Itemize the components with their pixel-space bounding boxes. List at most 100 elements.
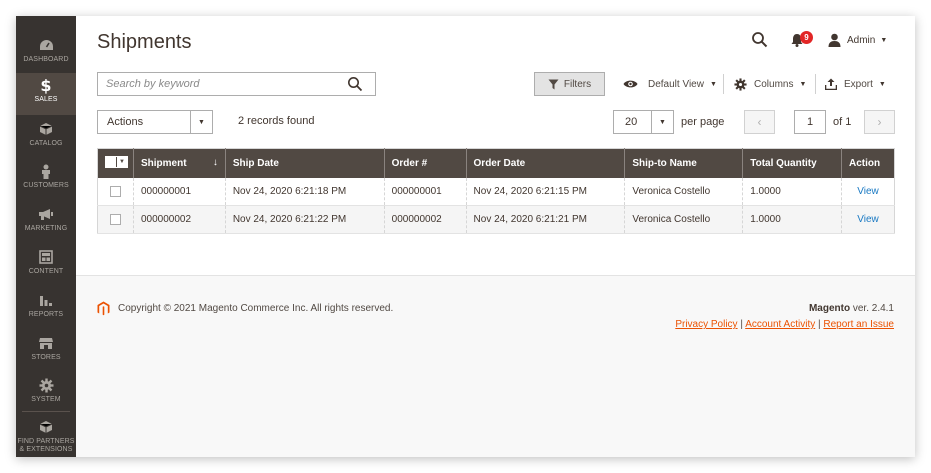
previous-page-button[interactable]: ‹ — [744, 110, 775, 134]
column-header-ship-date[interactable]: Ship Date — [225, 148, 385, 178]
cube-icon — [38, 121, 54, 137]
export-dropdown[interactable]: Export ▼ — [825, 72, 886, 96]
page-title: Shipments — [97, 31, 192, 53]
chevron-right-icon: › — [877, 115, 882, 129]
export-icon — [825, 78, 837, 90]
sidebar-item-catalog[interactable]: CATALOG — [16, 117, 76, 159]
cell-total-quantity: 1.0000 — [742, 177, 842, 206]
chevron-down-icon[interactable]: ▼ — [190, 111, 212, 133]
sidebar-item-label: MARKETING — [24, 225, 68, 232]
admin-username: Admin — [847, 34, 876, 46]
chevron-down-icon[interactable]: ▼ — [651, 111, 673, 133]
view-link[interactable]: View — [857, 214, 879, 225]
toolbar-divider — [723, 74, 724, 94]
admin-window: DASHBOARD $ SALES CATALOG CUSTOMERS MARK… — [16, 16, 915, 457]
funnel-icon — [548, 79, 559, 89]
sidebar-item-content[interactable]: CONTENT — [16, 245, 76, 287]
chevron-down-icon: ▼ — [709, 80, 717, 88]
grid-header-row: ▼ Shipment ↓ Ship Date Order # Order Date… — [97, 148, 895, 178]
sort-arrow-icon: ↓ — [212, 157, 218, 168]
account-activity-link[interactable]: Account Activity — [745, 319, 815, 330]
bar-chart-icon — [38, 292, 54, 308]
dashboard-icon — [38, 37, 54, 53]
copyright: Copyright © 2021 Magento Commerce Inc. A… — [97, 301, 393, 316]
sidebar-divider — [22, 411, 70, 412]
sidebar-item-system[interactable]: SYSTEM — [16, 373, 76, 415]
search-icon[interactable] — [347, 76, 363, 92]
sidebar-item-label: SALES — [34, 96, 58, 103]
column-header-order-number[interactable]: Order # — [384, 148, 467, 178]
sidebar-item-label: CATALOG — [29, 140, 63, 147]
view-label: Default View — [648, 78, 704, 90]
notification-count-badge[interactable]: 9 — [800, 31, 813, 44]
megaphone-icon — [38, 206, 54, 222]
cell-ship-to-name: Veronica Costello — [624, 205, 744, 234]
shipments-grid: ▼ Shipment ↓ Ship Date Order # Order Date… — [97, 148, 895, 234]
column-header-order-date[interactable]: Order Date — [466, 148, 626, 178]
sidebar-item-find-partners[interactable]: FIND PARTNERS & EXTENSIONS — [16, 415, 76, 457]
mass-select-checkbox[interactable]: ▼ — [105, 156, 128, 169]
sidebar-item-sales[interactable]: $ SALES — [16, 73, 76, 115]
sidebar-item-label: DASHBOARD — [23, 56, 69, 63]
per-page-select[interactable]: 20 ▼ — [613, 110, 674, 134]
view-dropdown[interactable]: Default View ▼ — [623, 72, 717, 96]
per-page-value: 20 — [625, 116, 638, 128]
next-page-button[interactable]: › — [864, 110, 895, 134]
row-checkbox[interactable] — [110, 185, 121, 197]
actions-label: Actions — [107, 116, 144, 128]
filters-button[interactable]: Filters — [534, 72, 605, 96]
person-icon — [38, 163, 54, 179]
sidebar: DASHBOARD $ SALES CATALOG CUSTOMERS MARK… — [16, 16, 76, 457]
cell-order-date: Nov 24, 2020 6:21:15 PM — [466, 177, 626, 206]
copyright-text: Copyright © 2021 Magento Commerce Inc. A… — [118, 303, 394, 314]
table-row: 000000002 Nov 24, 2020 6:21:22 PM 000000… — [97, 205, 895, 234]
table-row: 000000001 Nov 24, 2020 6:21:18 PM 000000… — [97, 177, 895, 206]
view-link[interactable]: View — [857, 186, 879, 197]
search-icon[interactable] — [751, 31, 769, 49]
sidebar-item-reports[interactable]: REPORTS — [16, 288, 76, 330]
column-header-total-quantity[interactable]: Total Quantity — [742, 148, 842, 178]
version-text: ver. 2.4.1 — [852, 303, 894, 314]
sidebar-item-marketing[interactable]: MARKETING — [16, 202, 76, 244]
user-icon — [828, 33, 841, 47]
sidebar-item-label: SYSTEM — [31, 396, 61, 403]
sidebar-item-stores[interactable]: STORES — [16, 331, 76, 373]
layout-icon — [38, 249, 54, 265]
filters-label: Filters — [563, 78, 592, 90]
toolbar-divider — [815, 74, 816, 94]
export-label: Export — [844, 78, 873, 90]
eye-icon — [623, 79, 638, 89]
search-input[interactable] — [98, 73, 328, 95]
box-icon — [38, 419, 54, 435]
row-checkbox[interactable] — [110, 213, 121, 225]
cell-shipment: 000000002 — [133, 205, 226, 234]
chevron-down-icon: ▼ — [880, 36, 888, 44]
sidebar-item-dashboard[interactable]: DASHBOARD — [16, 33, 76, 75]
admin-user-menu[interactable]: Admin ▼ — [828, 32, 887, 48]
magento-logo-icon — [97, 301, 110, 316]
cell-order-date: Nov 24, 2020 6:21:21 PM — [466, 205, 626, 234]
report-issue-link[interactable]: Report an Issue — [823, 319, 894, 330]
magento-brand: Magento — [808, 303, 851, 314]
sidebar-item-label: FIND PARTNERS & EXTENSIONS — [17, 438, 75, 453]
sidebar-item-label: REPORTS — [28, 311, 64, 318]
column-header-shipment[interactable]: Shipment ↓ — [133, 148, 226, 178]
sidebar-item-customers[interactable]: CUSTOMERS — [16, 159, 76, 201]
columns-dropdown[interactable]: Columns ▼ — [734, 72, 806, 96]
cell-total-quantity: 1.0000 — [742, 205, 842, 234]
mass-actions-select[interactable]: Actions ▼ — [97, 110, 213, 134]
privacy-policy-link[interactable]: Privacy Policy — [675, 319, 737, 330]
per-page-label: per page — [681, 116, 725, 128]
column-header-action: Action — [841, 148, 895, 178]
page-number-input[interactable]: 1 — [794, 110, 826, 134]
columns-label: Columns — [754, 78, 794, 90]
cell-ship-date: Nov 24, 2020 6:21:18 PM — [225, 177, 385, 206]
cell-ship-date: Nov 24, 2020 6:21:22 PM — [225, 205, 385, 234]
column-header-ship-to-name[interactable]: Ship-to Name — [624, 148, 744, 178]
cell-order-number: 000000002 — [384, 205, 467, 234]
page-total: of 1 — [833, 116, 852, 128]
cell-shipment: 000000001 — [133, 177, 226, 206]
sidebar-item-label: CUSTOMERS — [23, 182, 69, 189]
chevron-left-icon: ‹ — [757, 115, 762, 129]
cell-order-number: 000000001 — [384, 177, 467, 206]
